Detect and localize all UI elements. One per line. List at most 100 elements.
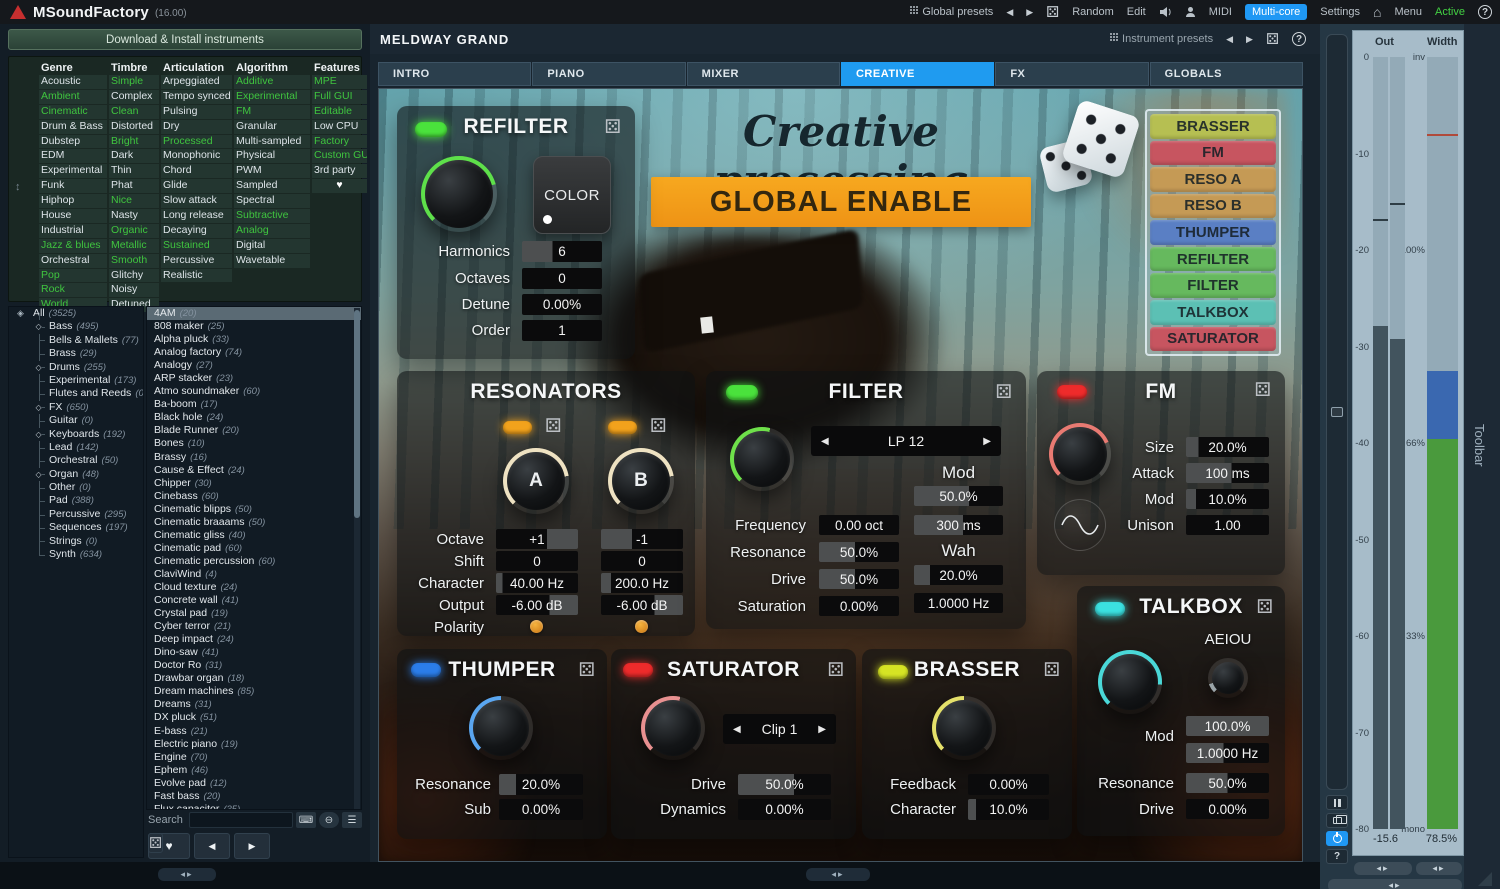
talkbox-aeiou-knob[interactable]: [1208, 658, 1248, 698]
resonator-b-enable-led[interactable]: [608, 421, 637, 434]
preset-item[interactable]: Black hole(24): [147, 411, 361, 424]
filter-tag[interactable]: Granular: [234, 120, 310, 134]
popup-window-button[interactable]: [1326, 813, 1348, 828]
window-resize-grip[interactable]: [1478, 872, 1492, 886]
tree-item-lead[interactable]: Lead(142): [9, 441, 143, 454]
filter-tag[interactable]: EDM: [39, 149, 107, 163]
module-list-saturator[interactable]: SATURATOR: [1150, 327, 1276, 352]
preset-item[interactable]: Dream machines(85): [147, 685, 361, 698]
preset-item[interactable]: Cinebass(60): [147, 490, 361, 503]
filter-type-dropdown[interactable]: ◀ LP 12 ▶: [811, 426, 1001, 456]
saturator-randomize-dice-icon[interactable]: ⚄: [827, 659, 844, 682]
filter-tag[interactable]: Distorted: [109, 120, 159, 134]
fm-attack-field[interactable]: 100 ms: [1186, 463, 1269, 483]
scroll-updown-icon[interactable]: ↕: [15, 181, 21, 193]
filter-tag[interactable]: Chord: [161, 164, 232, 178]
thumper-sub-field[interactable]: 0.00%: [499, 799, 583, 820]
filter-tag[interactable]: Percussive: [161, 254, 232, 268]
filter-tag[interactable]: Experimental: [234, 90, 310, 104]
module-list-reso-b[interactable]: RESO B: [1150, 194, 1276, 219]
filter-tag[interactable]: Editable: [312, 105, 367, 119]
filter-tag[interactable]: Jazz & blues: [39, 239, 107, 253]
tab-fx[interactable]: FX: [995, 62, 1148, 86]
meter-help-button[interactable]: ?: [1326, 849, 1348, 864]
saturator-drive-field[interactable]: 50.0%: [738, 774, 831, 795]
dropdown-prev-icon[interactable]: ◀: [733, 724, 741, 735]
prev-preset-button[interactable]: ◀: [1006, 7, 1013, 18]
tab-globals[interactable]: GLOBALS: [1150, 62, 1303, 86]
help-icon[interactable]: ?: [1478, 5, 1492, 19]
global-enable-button[interactable]: GLOBAL ENABLE: [651, 177, 1031, 227]
tab-piano[interactable]: PIANO: [532, 62, 685, 86]
filter-tag[interactable]: Dry: [161, 120, 232, 134]
tree-item-brass[interactable]: Brass(29): [9, 347, 143, 360]
clear-filter-icon[interactable]: ⊖: [319, 812, 339, 828]
global-presets-button[interactable]: Global presets: [910, 6, 993, 18]
tree-item-experimental[interactable]: Experimental(173): [9, 374, 143, 387]
filter-tag[interactable]: Clean: [109, 105, 159, 119]
module-list-talkbox[interactable]: TALKBOX: [1150, 300, 1276, 325]
saturator-dynamics-field[interactable]: 0.00%: [738, 799, 831, 820]
filter-tag[interactable]: Custom GUI: [312, 149, 367, 163]
preset-item[interactable]: Dreams(31): [147, 698, 361, 711]
resonator-b-knob[interactable]: B: [608, 448, 674, 514]
preset-item[interactable]: ClaviWind(4): [147, 568, 361, 581]
saturator-type-dropdown[interactable]: ◀ Clip 1 ▶: [723, 714, 836, 744]
preset-item[interactable]: Ba-boom(17): [147, 398, 361, 411]
preset-item[interactable]: Cloud texture(24): [147, 581, 361, 594]
saturator-knob[interactable]: [641, 696, 705, 760]
filter-tag[interactable]: Bright: [109, 135, 159, 149]
filter-tag[interactable]: Sustained: [161, 239, 232, 253]
resonator-a-knob[interactable]: A: [503, 448, 569, 514]
filter-tag[interactable]: Wavetable: [234, 254, 310, 268]
expand-diamond-icon[interactable]: ◇: [36, 401, 42, 414]
filter-frequency-field[interactable]: 0.00 oct: [819, 515, 899, 535]
filter-tag[interactable]: Noisy: [109, 283, 159, 297]
previous-button[interactable]: ◀: [194, 833, 230, 859]
filter-tag[interactable]: Dark: [109, 149, 159, 163]
preset-item[interactable]: Concrete wall(41): [147, 594, 361, 607]
filter-wah-rate-field[interactable]: 1.0000 Hz: [914, 593, 1003, 613]
filter-tag[interactable]: Simple: [109, 75, 159, 89]
filter-tag[interactable]: Cinematic: [39, 105, 107, 119]
edit-button[interactable]: Edit: [1127, 6, 1146, 18]
octave-a-field[interactable]: +1: [496, 529, 578, 549]
dropdown-next-icon[interactable]: ▶: [818, 724, 826, 735]
filter-tag[interactable]: Long release: [161, 209, 232, 223]
preset-item[interactable]: Brassy(16): [147, 451, 361, 464]
module-list-fm[interactable]: FM: [1150, 141, 1276, 166]
filter-randomize-dice-icon[interactable]: ⚄: [995, 381, 1012, 404]
detune-field[interactable]: 0.00%: [522, 294, 602, 315]
width-resize-handle[interactable]: ◂▸: [1416, 862, 1462, 875]
filter-tag[interactable]: Complex: [109, 90, 159, 104]
random-preset-button[interactable]: ⚄: [148, 833, 163, 853]
filter-tag[interactable]: Realistic: [161, 269, 232, 283]
filter-tag[interactable]: Slow attack: [161, 194, 232, 208]
filter-tag[interactable]: Smooth: [109, 254, 159, 268]
shift-b-field[interactable]: 0: [601, 551, 683, 571]
preset-item[interactable]: Engine(70): [147, 751, 361, 764]
tree-item-drums[interactable]: ◇Drums(255): [9, 361, 143, 374]
active-toggle[interactable]: Active: [1435, 6, 1465, 18]
filter-tag[interactable]: Organic: [109, 224, 159, 238]
filter-tag[interactable]: Hiphop: [39, 194, 107, 208]
filter-tag[interactable]: Additive: [234, 75, 310, 89]
filter-tag[interactable]: Processed: [161, 135, 232, 149]
tree-item-all[interactable]: ◈All(3525): [9, 307, 143, 320]
preset-item[interactable]: 808 maker(25): [147, 320, 361, 333]
talkbox-randomize-dice-icon[interactable]: ⚄: [1256, 596, 1273, 619]
tree-item-synth[interactable]: Synth(634): [9, 548, 143, 561]
filter-tag[interactable]: Pulsing: [161, 105, 232, 119]
filter-tag[interactable]: Metallic: [109, 239, 159, 253]
filter-tag[interactable]: Acoustic: [39, 75, 107, 89]
filter-tag[interactable]: Arpeggiated: [161, 75, 232, 89]
tree-item-pad[interactable]: Pad(388): [9, 494, 143, 507]
preset-item[interactable]: Cinematic pad(60): [147, 542, 361, 555]
talkbox-drive-field[interactable]: 0.00%: [1186, 799, 1269, 819]
tree-item-organ[interactable]: ◇Organ(48): [9, 468, 143, 481]
preset-item[interactable]: Cinematic gliss(40): [147, 529, 361, 542]
random-preset-dice-icon[interactable]: ⚄: [1046, 3, 1059, 21]
preset-item[interactable]: Analogy(27): [147, 359, 361, 372]
filter-tag[interactable]: Subtractive: [234, 209, 310, 223]
preset-item[interactable]: Chipper(30): [147, 477, 361, 490]
